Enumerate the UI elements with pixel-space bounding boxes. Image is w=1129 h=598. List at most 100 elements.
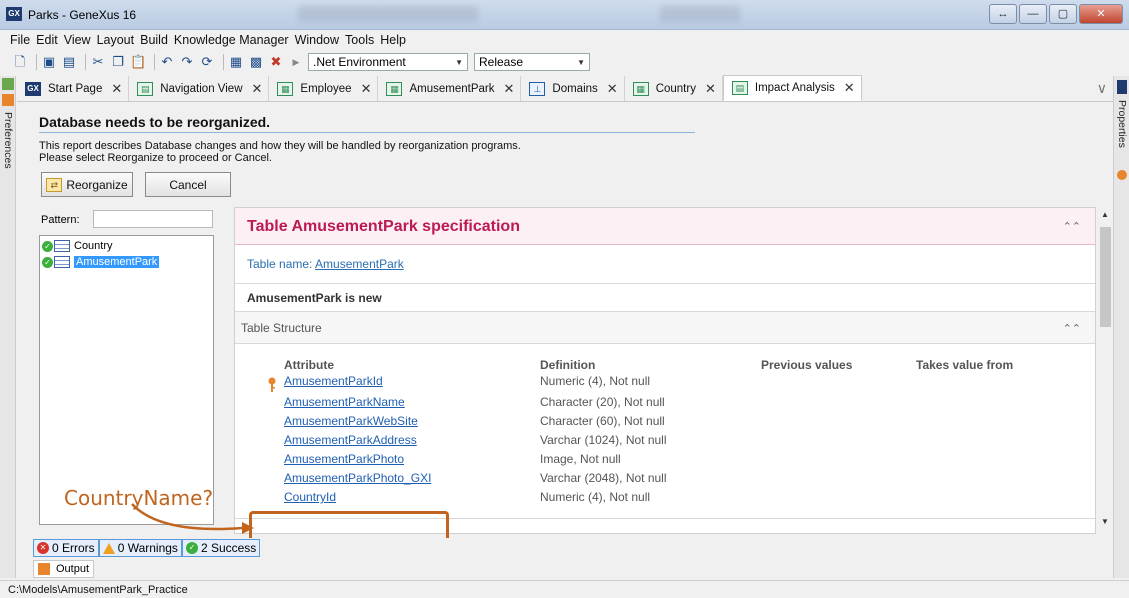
attribute-definition: Character (20), Not null <box>540 395 665 409</box>
attribute-link[interactable]: AmusementParkPhoto_GXI <box>284 471 431 485</box>
attribute-link[interactable]: AmusementParkPhoto <box>284 452 404 466</box>
attribute-definition: Varchar (2048), Not null <box>540 471 667 485</box>
toolbox-icon[interactable] <box>2 94 14 106</box>
menu-layout[interactable]: Layout <box>97 33 135 47</box>
window-controls: ↔ — ▢ ✕ <box>989 4 1123 24</box>
cancel-build-icon[interactable]: ✖ <box>268 54 284 70</box>
report-icon: ▤ <box>731 81 748 95</box>
tab-label: Navigation View <box>160 82 243 95</box>
tab-start-page[interactable]: GX Start Page ✕ <box>17 76 130 101</box>
menu-build[interactable]: Build <box>140 33 168 47</box>
attribute-link[interactable]: CountryId <box>284 490 336 504</box>
impact-analysis-panel: Database needs to be reorganized. This r… <box>17 102 1113 536</box>
minimize-button[interactable]: — <box>1019 4 1047 24</box>
blurred-region <box>298 6 478 22</box>
rebuild-icon[interactable]: ▩ <box>248 54 264 70</box>
tab-domains[interactable]: ⊥ Domains ✕ <box>521 76 625 101</box>
tab-navigation-view[interactable]: ▤ Navigation View ✕ <box>129 76 270 101</box>
success-check-icon: ✓ <box>42 256 53 268</box>
close-icon[interactable]: ✕ <box>111 81 122 97</box>
menu-window[interactable]: Window <box>295 33 339 47</box>
close-icon[interactable]: ✕ <box>503 81 514 97</box>
save-icon[interactable]: ▣ <box>41 54 57 70</box>
paste-icon[interactable]: 📋 <box>130 54 146 70</box>
success-filter[interactable]: ✓ 2 Success <box>181 539 261 557</box>
attribute-link[interactable]: AmusementParkAddress <box>284 433 417 447</box>
chevron-down-icon: ▼ <box>455 57 463 67</box>
attribute-link[interactable]: AmusementParkName <box>284 395 405 409</box>
scroll-down-icon[interactable]: ▼ <box>1101 517 1109 526</box>
button-label: Cancel <box>169 177 207 192</box>
tab-employee[interactable]: ▦ Employee ✕ <box>269 76 379 101</box>
build-all-icon[interactable]: ▦ <box>228 54 244 70</box>
attribute-link[interactable]: AmusementParkId <box>284 374 383 388</box>
report-description: This report describes Database changes a… <box>39 140 521 164</box>
separator <box>36 54 37 70</box>
page-title: Database needs to be reorganized. <box>39 114 271 130</box>
redo-icon[interactable]: ↷ <box>179 54 195 70</box>
maximize-button[interactable]: ▢ <box>1049 4 1077 24</box>
tab-amusementpark[interactable]: ▦ AmusementPark ✕ <box>378 76 522 101</box>
error-list-status: ✕ 0 Errors 0 Warnings ✓ 2 Success <box>33 538 1113 558</box>
tree-item-label: AmusementPark <box>74 256 160 268</box>
errors-count: 0 Errors <box>52 541 95 555</box>
tab-impact-analysis[interactable]: ▤ Impact Analysis ✕ <box>722 75 862 101</box>
close-icon[interactable]: ✕ <box>252 81 263 97</box>
column-header-previous-values: Previous values <box>761 358 853 372</box>
close-icon[interactable]: ✕ <box>705 81 716 97</box>
close-icon[interactable]: ✕ <box>361 81 372 97</box>
menu-knowledge-manager[interactable]: Knowledge Manager <box>174 33 289 47</box>
kb-explorer-icon[interactable] <box>2 78 14 90</box>
cancel-button[interactable]: Cancel <box>145 172 231 197</box>
menu-file[interactable]: File <box>10 33 30 47</box>
reorganize-button[interactable]: ⇄ Reorganize <box>41 172 133 197</box>
environment-select[interactable]: .Net Environment ▼ <box>308 53 468 71</box>
close-icon[interactable]: ✕ <box>844 80 855 96</box>
menu-help[interactable]: Help <box>380 33 406 47</box>
new-object-icon[interactable]: 🗋 <box>12 54 28 70</box>
save-all-icon[interactable]: ▤ <box>61 54 77 70</box>
domain-icon: ⊥ <box>529 81 546 96</box>
table-name-label: Table name: <box>247 257 313 271</box>
menu-edit[interactable]: Edit <box>36 33 58 47</box>
scrollbar-thumb[interactable] <box>1100 227 1111 327</box>
pattern-input[interactable] <box>93 210 213 228</box>
collapse-icon[interactable]: ⌃⌃ <box>1063 322 1081 335</box>
properties-tab[interactable]: Properties <box>1116 100 1128 148</box>
attribute-link[interactable]: AmusementParkWebSite <box>284 414 418 428</box>
genexus-logo-icon: GX <box>6 7 22 21</box>
tab-country[interactable]: ▦ Country ✕ <box>625 76 723 101</box>
configuration-select[interactable]: Release ▼ <box>474 53 590 71</box>
tab-label: Country <box>655 82 696 95</box>
preferences-tab[interactable]: Preferences <box>2 112 14 169</box>
close-icon[interactable]: ✕ <box>607 81 618 97</box>
tree-item-amusementpark[interactable]: ✓ AmusementPark <box>42 255 160 269</box>
properties-icon[interactable] <box>1117 80 1127 94</box>
undo-icon[interactable]: ↶ <box>159 54 175 70</box>
configuration-value: Release <box>479 55 524 69</box>
blurred-region <box>660 6 740 22</box>
left-dock-strip: Preferences <box>0 76 16 578</box>
palette-icon[interactable] <box>1117 170 1127 180</box>
status-bar-path: C:\Models\AmusementPark_Practice <box>0 580 1129 598</box>
scroll-up-icon[interactable]: ▲ <box>1101 210 1109 219</box>
output-tab[interactable]: Output <box>33 560 95 578</box>
run-icon[interactable]: ▶ <box>288 54 304 70</box>
copy-icon[interactable]: ❐ <box>110 54 126 70</box>
menu-tools[interactable]: Tools <box>345 33 374 47</box>
toolbar: 🗋 ▣ ▤ ✂ ❐ 📋 ↶ ↷ ⟳ ▦ ▩ ✖ ▶ .Net Environme… <box>0 50 1129 74</box>
restore-down-icon[interactable]: ↔ <box>989 4 1017 24</box>
tab-overflow-chevron-icon[interactable]: ∨ <box>1097 80 1107 97</box>
warnings-filter[interactable]: 0 Warnings <box>98 539 182 557</box>
report-scrollbar[interactable]: ▲ ▼ <box>1098 207 1113 534</box>
tree-item-country[interactable]: ✓ Country <box>42 239 113 253</box>
refresh-icon[interactable]: ⟳ <box>199 54 215 70</box>
table-name-link[interactable]: AmusementPark <box>315 257 404 271</box>
table-name-field: Table name: AmusementPark <box>247 257 404 271</box>
errors-filter[interactable]: ✕ 0 Errors <box>33 539 99 557</box>
cut-icon[interactable]: ✂ <box>90 54 106 70</box>
menu-view[interactable]: View <box>64 33 91 47</box>
title-underline <box>39 132 695 133</box>
collapse-icon[interactable]: ⌃⌃ <box>1063 220 1081 233</box>
close-button[interactable]: ✕ <box>1079 4 1123 24</box>
